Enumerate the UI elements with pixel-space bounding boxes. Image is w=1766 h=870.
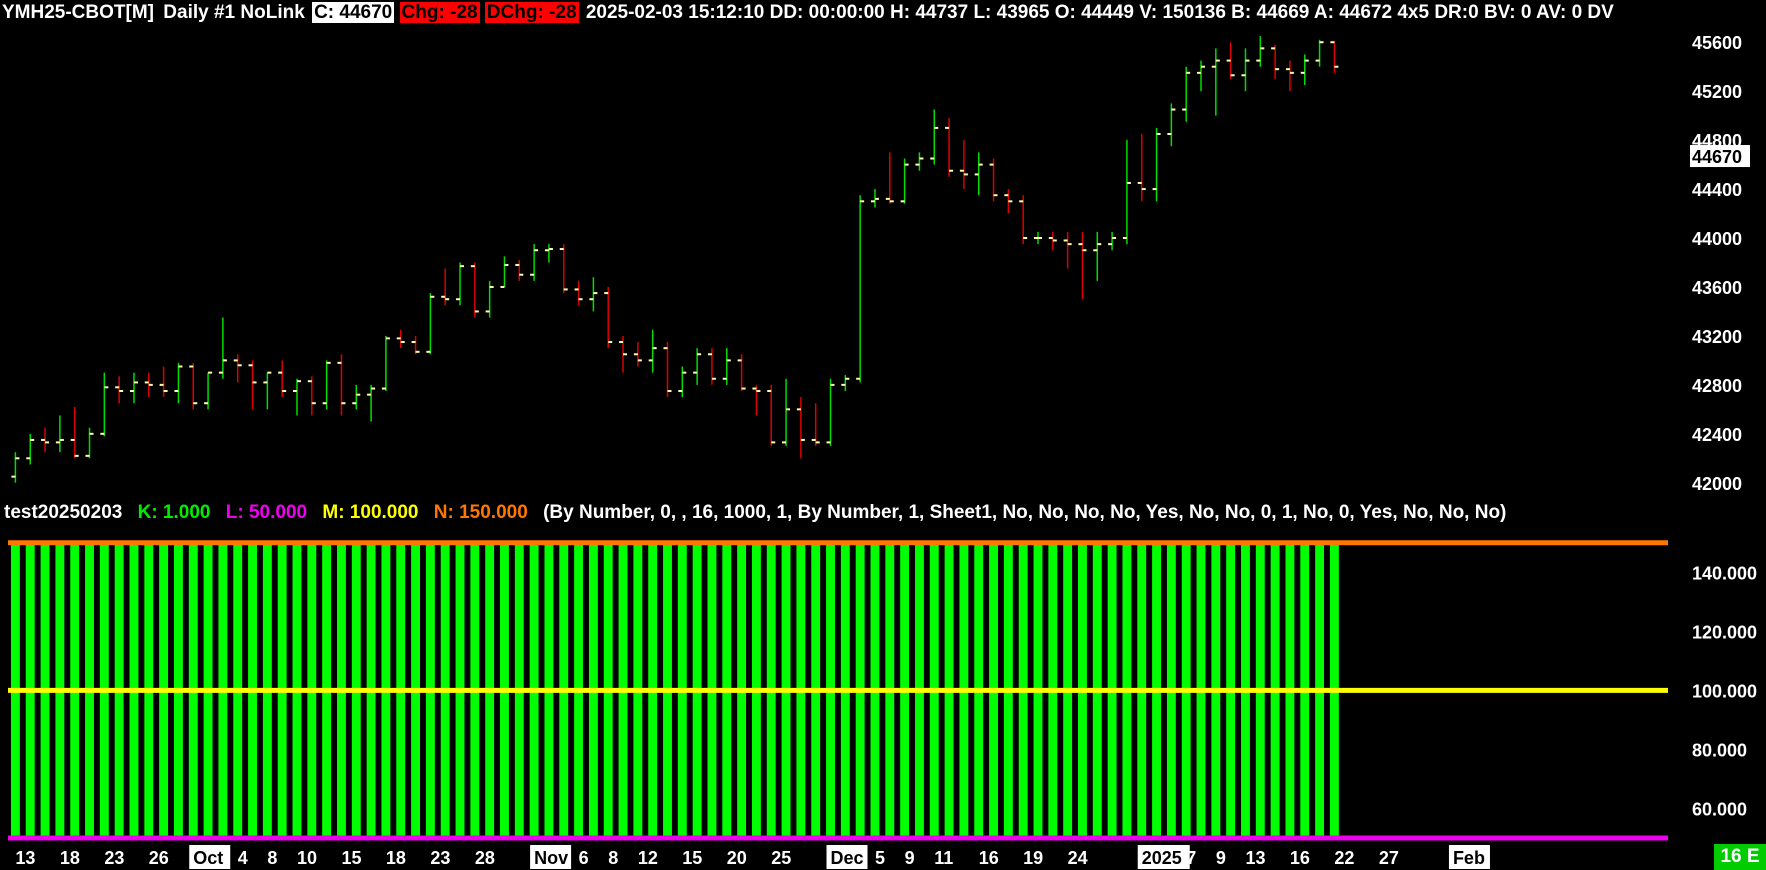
chart-canvas[interactable]: 4200042400428004320043600440004440044800… bbox=[0, 0, 1766, 870]
chart-header: YMH25-CBOT[M] Daily #1 NoLink C: 44670 C… bbox=[0, 0, 1690, 26]
study-axis: 60.000 80.000 100.000 120.000 140.000 bbox=[1692, 563, 1757, 819]
time-tick-label: 9 bbox=[905, 848, 915, 868]
time-tick-label: 2025 bbox=[1142, 848, 1182, 868]
time-tick-label: 27 bbox=[1379, 848, 1399, 868]
time-tick-label: 18 bbox=[60, 848, 80, 868]
study-m-value: M: 100.000 bbox=[322, 502, 419, 523]
price-tick-label: 42400 bbox=[1692, 425, 1742, 445]
time-tick-label: Dec bbox=[831, 848, 864, 868]
study-tick-label: 80.000 bbox=[1692, 740, 1747, 760]
daily-change-value: DChg: -28 bbox=[484, 2, 579, 23]
time-tick-label: 8 bbox=[267, 848, 277, 868]
time-tick-label: 13 bbox=[1245, 848, 1265, 868]
time-tick-label: 12 bbox=[638, 848, 658, 868]
last-price-label: 44670 bbox=[1692, 147, 1742, 167]
symbol-label: YMH25-CBOT[M] bbox=[2, 2, 154, 23]
time-tick-label: 11 bbox=[934, 848, 953, 868]
time-tick-label: 8 bbox=[608, 848, 618, 868]
time-tick-label: 15 bbox=[341, 848, 361, 868]
time-tick-label: 15 bbox=[682, 848, 702, 868]
time-tick-label: 20 bbox=[727, 848, 747, 868]
price-tick-label: 42000 bbox=[1692, 474, 1742, 494]
time-tick-label: 9 bbox=[1216, 848, 1226, 868]
time-tick-label: 5 bbox=[875, 848, 885, 868]
close-value: C: 44670 bbox=[312, 2, 395, 23]
time-tick-label: 7 bbox=[1186, 848, 1196, 868]
price-tick-label: 45200 bbox=[1692, 82, 1742, 102]
time-tick-label: 13 bbox=[15, 848, 35, 868]
study-name: test20250203 bbox=[4, 502, 123, 523]
time-tick-label: 4 bbox=[238, 848, 248, 868]
time-tick-label: Oct bbox=[193, 848, 223, 868]
time-tick-label: 6 bbox=[579, 848, 589, 868]
study-params: (By Number, 0, , 16, 1000, 1, By Number,… bbox=[543, 502, 1507, 523]
price-tick-label: 43600 bbox=[1692, 278, 1742, 298]
time-tick-label: 24 bbox=[1068, 848, 1088, 868]
price-tick-label: 44000 bbox=[1692, 229, 1742, 249]
study-n-value: N: 150.000 bbox=[433, 502, 528, 523]
status-badge[interactable]: 16 E bbox=[1714, 844, 1766, 870]
time-tick-label: 19 bbox=[1023, 848, 1043, 868]
price-tick-label: 44400 bbox=[1692, 180, 1742, 200]
price-axis: 4200042400428004320043600440004440044800… bbox=[1690, 33, 1750, 494]
time-axis: 13 18 23 26 Oct 4 8 10 15 18 23 28 Nov 6 8 12 15 20 25 Dec 5… bbox=[15, 845, 1490, 869]
time-tick-label: 23 bbox=[104, 848, 124, 868]
time-tick-label: 22 bbox=[1334, 848, 1354, 868]
study-k-value: K: 1.000 bbox=[137, 502, 211, 523]
study-tick-label: 140.000 bbox=[1692, 563, 1757, 583]
time-tick-label: Feb bbox=[1453, 848, 1485, 868]
time-tick-label: 26 bbox=[149, 848, 169, 868]
study-pane[interactable] bbox=[8, 540, 1668, 841]
time-tick-label: 23 bbox=[430, 848, 450, 868]
study-tick-label: 120.000 bbox=[1692, 622, 1757, 642]
price-pane[interactable] bbox=[11, 36, 1339, 483]
time-tick-label: 16 bbox=[979, 848, 999, 868]
study-tick-label: 60.000 bbox=[1692, 799, 1747, 819]
time-tick-label: 25 bbox=[771, 848, 791, 868]
time-tick-label: 18 bbox=[386, 848, 406, 868]
study-tick-label: 100.000 bbox=[1692, 681, 1757, 701]
time-tick-label: Nov bbox=[534, 848, 568, 868]
header-details: 2025-02-03 15:12:10 DD: 00:00:00 H: 4473… bbox=[585, 2, 1614, 23]
change-value: Chg: -28 bbox=[399, 2, 480, 23]
study-header: test20250203 K: 1.000 L: 50.000 M: 100.0… bbox=[4, 500, 1516, 526]
price-tick-label: 42800 bbox=[1692, 376, 1742, 396]
time-tick-label: 10 bbox=[297, 848, 317, 868]
study-l-value: L: 50.000 bbox=[225, 502, 308, 523]
time-tick-label: 16 bbox=[1290, 848, 1310, 868]
time-tick-label: 28 bbox=[475, 848, 495, 868]
price-tick-label: 45600 bbox=[1692, 33, 1742, 53]
price-tick-label: 43200 bbox=[1692, 327, 1742, 347]
chart-info: Daily #1 NoLink bbox=[163, 2, 305, 23]
